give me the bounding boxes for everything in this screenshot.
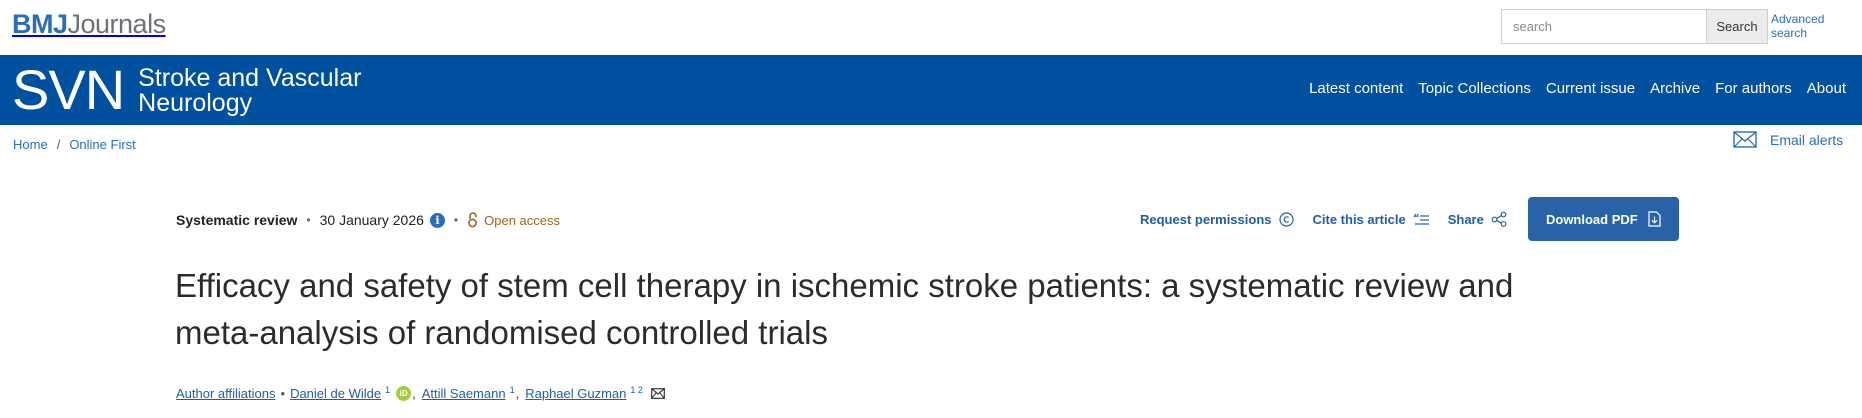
author-list: Author affiliations • Daniel de Wilde 1 …: [176, 384, 665, 401]
breadcrumb-online-first[interactable]: Online First: [69, 137, 135, 152]
affiliation-marker: 1: [509, 384, 515, 395]
article-type: Systematic review: [176, 212, 298, 228]
open-access-label: Open access: [484, 212, 560, 228]
cite-article-label: Cite this article: [1312, 211, 1406, 227]
quote-list-icon: “: [1413, 213, 1429, 225]
search-form: Search: [1501, 9, 1768, 44]
journal-name-line2: Neurology: [138, 89, 253, 117]
search-input[interactable]: [1501, 9, 1706, 44]
author-link[interactable]: Daniel de Wilde: [290, 386, 381, 401]
open-access-badge: Open access: [467, 212, 560, 228]
author-separator: •: [280, 386, 286, 401]
meta-separator: •: [306, 213, 311, 227]
bmj-logo-text: BMJ: [12, 9, 68, 39]
cite-article-link[interactable]: Cite this article “: [1313, 212, 1429, 227]
affiliation-marker: 1: [385, 384, 391, 395]
share-label: Share: [1447, 211, 1484, 227]
journal-name-line1: Stroke and Vascular: [138, 64, 362, 92]
nav-latest-content[interactable]: Latest content: [1309, 80, 1403, 97]
orcid-icon[interactable]: iD: [396, 386, 412, 401]
nav-about[interactable]: About: [1807, 80, 1846, 97]
info-icon[interactable]: i: [429, 212, 445, 228]
copyright-icon: [1278, 211, 1294, 227]
article-actions: Request permissions Cite this article “ …: [1140, 197, 1679, 241]
share-link[interactable]: Share: [1448, 211, 1507, 227]
affiliation-marker: 1 2: [630, 384, 643, 395]
journal-abbrev: SVN: [12, 58, 125, 121]
breadcrumb-home[interactable]: Home: [13, 137, 48, 152]
breadcrumb: Home / Online First: [13, 137, 136, 152]
journal-logo[interactable]: SVN Stroke and Vascular Neurology: [12, 60, 361, 120]
author-affiliations-link[interactable]: Author affiliations: [176, 386, 276, 401]
main-nav: Latest content Topic Collections Current…: [1294, 80, 1846, 97]
email-alerts-label: Email alerts: [1770, 131, 1844, 148]
open-lock-icon: [468, 212, 478, 228]
author-link[interactable]: Raphael Guzman: [525, 386, 626, 401]
journal-name: Stroke and Vascular Neurology: [138, 66, 361, 116]
nav-topic-collections[interactable]: Topic Collections: [1418, 80, 1531, 97]
request-permissions-link[interactable]: Request permissions: [1140, 212, 1294, 227]
search-button[interactable]: Search: [1706, 9, 1768, 44]
article-title: Efficacy and safety of stem cell therapy…: [175, 267, 1514, 351]
nav-current-issue[interactable]: Current issue: [1546, 80, 1635, 97]
email-alerts-link[interactable]: Email alerts: [1733, 131, 1843, 148]
breadcrumb-separator: /: [56, 137, 61, 152]
svg-text:“: “: [1413, 213, 1420, 224]
envelope-icon: [1733, 131, 1757, 148]
top-bar: BMJJournals Search Advanced search: [0, 0, 1862, 55]
publication-date: 30 January 2026: [319, 212, 424, 228]
download-pdf-label: Download PDF: [1545, 211, 1638, 227]
journals-logo-text: Journals: [67, 9, 167, 39]
bmj-journals-logo[interactable]: BMJJournals: [12, 8, 166, 40]
nav-archive[interactable]: Archive: [1650, 80, 1700, 97]
nav-for-authors[interactable]: For authors: [1715, 80, 1792, 97]
author-comma: ,: [515, 386, 520, 401]
download-pdf-button[interactable]: Download PDF: [1527, 197, 1679, 241]
download-file-icon: [1648, 211, 1661, 227]
request-permissions-label: Request permissions: [1140, 211, 1272, 227]
journal-header: SVN Stroke and Vascular Neurology Latest…: [0, 55, 1862, 125]
article-meta: Systematic review • 30 January 2026 i • …: [176, 212, 560, 228]
meta-separator: •: [453, 213, 459, 227]
share-icon: [1491, 211, 1507, 227]
author-link[interactable]: Attill Saemann: [422, 386, 506, 401]
author-comma: ,: [412, 386, 416, 401]
email-author-icon[interactable]: [651, 388, 665, 399]
advanced-search-link[interactable]: Advanced search: [1771, 12, 1841, 40]
